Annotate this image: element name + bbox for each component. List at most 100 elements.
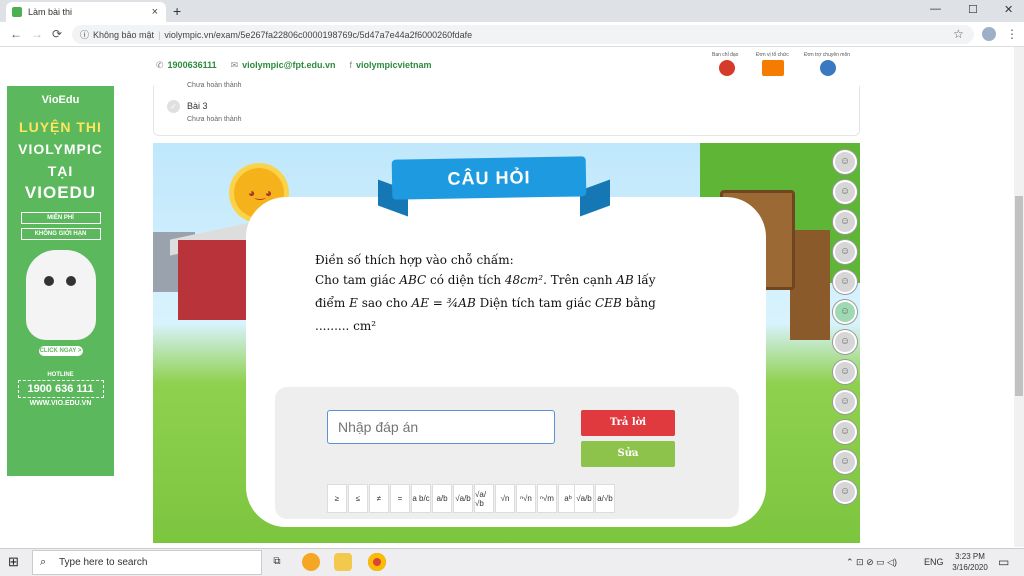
player-avatar-12[interactable]: ☺ [833, 480, 857, 504]
email-address: violympic@fpt.edu.vn [242, 60, 336, 70]
url-text[interactable]: violympic.vn/exam/5e267fa22806c000019876… [164, 30, 472, 40]
system-tray[interactable]: ⌃ ⊡ ⊘ ▭ ◁) [846, 557, 897, 568]
language-indicator[interactable]: ENG [924, 557, 944, 567]
robot-mascot-icon [25, 250, 96, 340]
exercise-item-label[interactable]: Bài 3 [187, 101, 208, 111]
submit-answer-button[interactable]: Trả lời [581, 410, 675, 436]
question-banner: CÂU HỎI [391, 156, 587, 200]
math-tool-sqrt[interactable]: √n [495, 484, 515, 513]
player-avatar-8[interactable]: ☺ [833, 360, 857, 384]
clock-date: 3/16/2020 [952, 563, 988, 572]
math-tool-gte[interactable]: ≥ [327, 484, 347, 513]
emblem-logo [719, 60, 735, 76]
scrollbar-thumb[interactable] [1015, 196, 1023, 396]
task-view-icon[interactable]: ⧉ [268, 553, 286, 571]
favicon-icon [12, 7, 22, 17]
exam-progress-card [153, 86, 860, 136]
email-contact[interactable]: ✉ violympic@fpt.edu.vn [231, 60, 336, 71]
file-explorer-icon[interactable] [334, 553, 352, 571]
math-tool-nth-root[interactable]: ⁿ√n [516, 484, 536, 513]
url-separator: | [158, 29, 161, 40]
math-tool-fraction[interactable]: a/b [432, 484, 452, 513]
math-tool-fraction-sqrt[interactable]: √a/√b [474, 484, 494, 513]
ad-pill-free: MIỄN PHÍ [20, 212, 101, 224]
bookmark-star-icon[interactable]: ☆ [953, 27, 964, 41]
facebook-name: violympicvietnam [355, 60, 432, 70]
player-avatar-9[interactable]: ☺ [833, 390, 857, 414]
math-tool-eq[interactable]: = [390, 484, 410, 513]
previous-item-status: Chưa hoàn thành [187, 82, 242, 89]
clock-time: 3:23 PM [955, 552, 985, 561]
ad-line-4: VIOEDU [24, 183, 97, 202]
new-tab-button[interactable]: + [173, 3, 181, 19]
vioedu-ad[interactable]: VioEdu LUYỆN THI VIOLYMPIC TẠI VIOEDU MI… [7, 86, 114, 476]
player-avatar-7[interactable]: ☺ [833, 330, 857, 354]
windows-start-icon[interactable]: ⊞ [8, 554, 19, 570]
question-text: Điền số thích hợp vào chỗ chấm: Cho tam … [315, 250, 695, 336]
math-tool-nth-root-m[interactable]: ⁿ√m [537, 484, 557, 513]
taskbar-clock[interactable]: 3:23 PM 3/16/2020 [950, 551, 990, 573]
player-avatar-6[interactable]: ☺ [833, 300, 857, 324]
search-placeholder: Type here to search [59, 557, 148, 568]
menu-icon[interactable]: ⋮ [1006, 27, 1018, 41]
phone-icon: ✆ [156, 60, 164, 70]
security-label: Không bảo mật [93, 29, 155, 40]
player-avatar-1[interactable]: ☺ [833, 150, 857, 174]
math-tool-sqrt-a-over-b[interactable]: √a/b [574, 484, 594, 513]
math-tool-a-over-sqrt-b[interactable]: a/√b [595, 484, 615, 513]
barn-illustration [178, 240, 250, 320]
reload-button[interactable]: ⟳ [52, 27, 62, 41]
player-avatar-3[interactable]: ☺ [833, 210, 857, 234]
answer-input[interactable] [327, 410, 555, 444]
ad-pill-unlimited: KHÔNG GIỚI HẠN [20, 228, 101, 240]
math-tool-lte[interactable]: ≤ [348, 484, 368, 513]
minimize-button[interactable]: — [930, 3, 941, 15]
ad-click-button[interactable]: CLICK NGAY > [38, 346, 83, 356]
tree-trunk-illustration [790, 230, 830, 340]
partner-label-2: Đơn vị tổ chức [756, 52, 789, 58]
player-avatar-4[interactable]: ☺ [833, 240, 857, 264]
taskbar-search[interactable]: Type here to search [32, 550, 262, 575]
mail-icon: ✉ [230, 60, 239, 70]
forward-button[interactable]: → [31, 27, 43, 41]
ad-line-1: LUYỆN THI [19, 119, 102, 135]
maximize-button[interactable]: ☐ [968, 3, 978, 16]
math-tool-neq[interactable]: ≠ [369, 484, 389, 513]
player-avatar-5[interactable]: ☺ [833, 270, 857, 294]
fpt-logo [762, 60, 784, 76]
profile-avatar[interactable] [982, 27, 996, 41]
ad-website: WWW.VIO.EDU.VN [29, 400, 92, 407]
browser-tab[interactable]: Làm bài thi × [6, 2, 166, 22]
url-field[interactable]: ⓘ Không bảo mật | violympic.vn/exam/5e26… [72, 25, 974, 44]
player-avatar-2[interactable]: ☺ [833, 180, 857, 204]
tab-close-icon[interactable]: × [152, 6, 158, 18]
math-tool-sqrt-fraction[interactable]: √a/b [453, 484, 473, 513]
back-button[interactable]: ← [10, 27, 22, 41]
ad-brand: VioEdu [41, 94, 80, 106]
search-icon: ⌕ [40, 556, 47, 568]
facebook-icon: f [349, 60, 352, 70]
info-icon[interactable]: ⓘ [80, 28, 89, 41]
question-line-2: Cho tam giác ABC có diện tích 48cm². Trê… [315, 273, 656, 287]
question-line-1: Điền số thích hợp vào chỗ chấm: [315, 253, 514, 267]
math-tool-mixed-fraction[interactable]: a b/c [411, 484, 431, 513]
question-line-4: ......... cm² [315, 319, 377, 333]
ad-hotline-number: 1900 636 111 [17, 380, 104, 398]
check-icon: ✓ [167, 100, 180, 113]
notification-icon[interactable]: ▭ [998, 555, 1009, 569]
player-avatar-10[interactable]: ☺ [833, 420, 857, 444]
player-avatar-11[interactable]: ☺ [833, 450, 857, 474]
app-icon[interactable] [302, 553, 320, 571]
chrome-icon[interactable] [368, 553, 386, 571]
facebook-contact[interactable]: f violympicvietnam [349, 60, 431, 71]
exercise-item-status: Chưa hoàn thành [187, 116, 242, 123]
partner-logo [820, 60, 836, 76]
close-window-button[interactable]: ✕ [1004, 3, 1013, 16]
tab-title: Làm bài thi [28, 7, 73, 17]
edit-answer-button[interactable]: Sửa [581, 441, 675, 467]
question-line-3: điểm E sao cho AE = ¾AB Diện tích tam gi… [315, 296, 656, 310]
contact-bar: ✆ 1900636111 ✉ violympic@fpt.edu.vn f violy… [156, 60, 432, 71]
phone-number: 1900636111 [167, 60, 217, 70]
phone-contact[interactable]: ✆ 1900636111 [156, 60, 217, 71]
partner-label-1: Ban chỉ đạo [712, 52, 739, 58]
